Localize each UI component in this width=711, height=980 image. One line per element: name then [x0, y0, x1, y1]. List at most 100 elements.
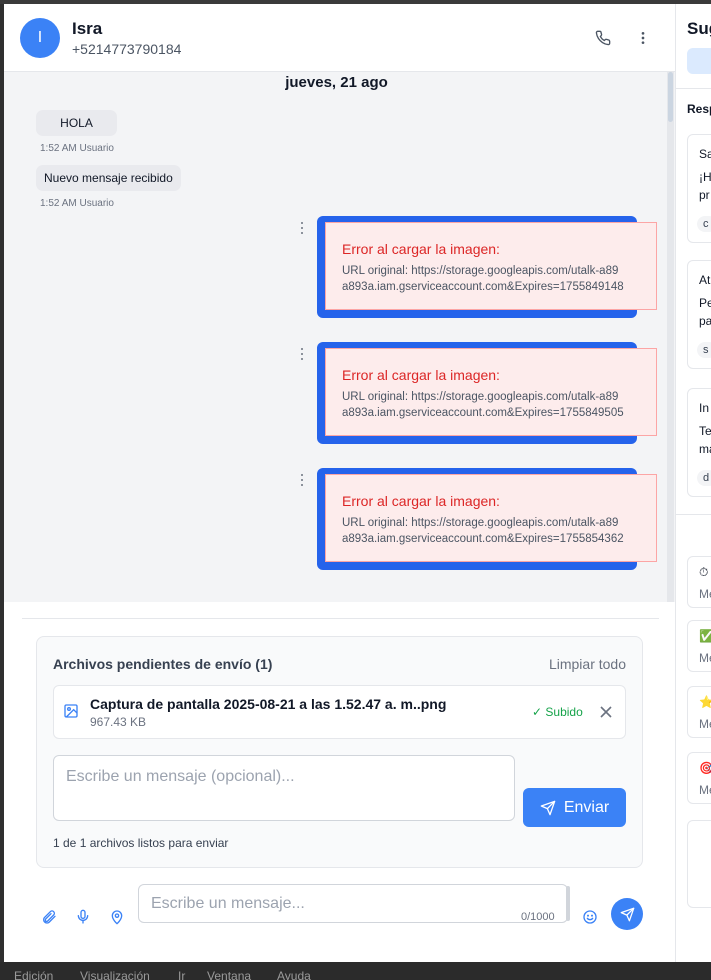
menu-edicion[interactable]: Edición — [14, 969, 53, 980]
message-time: 1:52 AM — [40, 198, 77, 209]
suggestions-tab[interactable] — [687, 48, 711, 74]
suggestion-tag: s — [697, 342, 711, 358]
composer-divider — [22, 618, 659, 619]
image-error-url: URL original: https://storage.googleapis… — [342, 265, 619, 277]
incoming-message[interactable]: Nuevo mensaje recibido — [36, 165, 181, 191]
suggestion-title: Sa — [699, 147, 711, 161]
suggestion-title: At — [699, 273, 711, 287]
suggestion-title: In — [699, 401, 710, 415]
suggestion-card[interactable]: Sa ¡H pr c — [687, 134, 711, 243]
message-meta: 1:52 AM Usuario — [40, 143, 114, 154]
character-count: 0/1000 — [521, 911, 555, 923]
suggestion-text: pr — [699, 188, 710, 202]
suggestion-text: pa — [699, 314, 711, 328]
image-error-title: Error al cargar la imagen: — [342, 241, 500, 257]
suggestion-text: Pe — [699, 296, 711, 310]
paperclip-icon[interactable] — [41, 909, 57, 925]
side-divider — [676, 514, 711, 515]
file-size: 967.43 KB — [90, 715, 147, 729]
message-time: 1:52 AM — [40, 143, 77, 154]
image-error-url: a893a.iam.gserviceaccount.com&Expires=17… — [342, 407, 624, 419]
image-error-title: Error al cargar la imagen: — [342, 493, 500, 509]
image-error-url: a893a.iam.gserviceaccount.com&Expires=17… — [342, 533, 624, 545]
pending-files-panel: Archivos pendientes de envío (1) Limpiar… — [36, 636, 643, 868]
suggestions-subtitle: Resp — [687, 102, 711, 116]
quick-reply-text: Me — [699, 783, 711, 797]
side-empty-card — [687, 820, 711, 908]
menu-visualizacion[interactable]: Visualización — [80, 969, 150, 980]
quick-reply-card[interactable]: ✅ Me — [687, 620, 711, 672]
image-message[interactable]: Error al cargar la imagen: URL original:… — [317, 468, 657, 570]
suggestion-card[interactable]: In Te ma d — [687, 388, 711, 497]
image-error-box: Error al cargar la imagen: URL original:… — [325, 222, 657, 310]
send-files-button[interactable]: Enviar — [523, 788, 626, 827]
emoji-icon[interactable] — [582, 909, 598, 925]
chat-header: I Isra +5214773790184 — [4, 4, 675, 72]
location-pin-icon[interactable] — [109, 909, 125, 925]
send-icon — [620, 907, 634, 921]
contact-phone: +5214773790184 — [72, 41, 182, 57]
clear-all-button[interactable]: Limpiar todo — [549, 656, 626, 672]
star-icon: ⭐ — [699, 695, 711, 709]
quick-reply-card[interactable]: ⏱ Me — [687, 556, 711, 608]
image-error-box: Error al cargar la imagen: URL original:… — [325, 474, 657, 562]
message-sender: Usuario — [79, 198, 114, 209]
suggestion-text: Te — [699, 424, 711, 438]
close-icon[interactable] — [600, 705, 612, 718]
date-separator: jueves, 21 ago — [285, 74, 388, 91]
suggestion-tag: c — [697, 216, 711, 232]
suggestions-panel: Sug Resp Sa ¡H pr c At Pe pa s In Te ma … — [676, 4, 711, 962]
file-name: Captura de pantalla 2025-08-21 a las 1.5… — [90, 696, 447, 712]
suggestion-card[interactable]: At Pe pa s — [687, 260, 711, 369]
microphone-icon[interactable] — [75, 909, 91, 925]
message-options-icon[interactable] — [298, 473, 306, 487]
image-file-icon — [63, 703, 79, 719]
menu-ayuda[interactable]: Ayuda — [277, 969, 311, 980]
suggestion-text: ¡H — [699, 170, 711, 184]
send-files-label: Enviar — [563, 798, 610, 816]
message-input[interactable]: Escribe un mensaje... — [138, 884, 568, 923]
send-message-button[interactable] — [611, 898, 643, 930]
suggestion-tag: d — [697, 470, 711, 486]
image-error-url: URL original: https://storage.googleapis… — [342, 391, 619, 403]
contact-name: Isra — [72, 19, 103, 38]
quick-reply-card[interactable]: ⭐ Me — [687, 686, 711, 738]
image-error-url: URL original: https://storage.googleapis… — [342, 517, 619, 529]
side-divider — [676, 88, 711, 89]
scrollbar-track[interactable] — [667, 72, 674, 602]
send-icon — [540, 800, 556, 815]
message-sender: Usuario — [79, 143, 114, 154]
pending-files-title: Archivos pendientes de envío (1) — [53, 656, 273, 672]
chat-panel: I Isra +5214773790184 jueves, 21 ago HOL… — [0, 4, 676, 962]
check-icon: ✅ — [699, 629, 711, 643]
stopwatch-icon: ⏱ — [699, 565, 709, 579]
avatar[interactable]: I — [20, 18, 60, 58]
files-ready-count: 1 de 1 archivos listos para enviar — [53, 836, 229, 850]
incoming-message[interactable]: HOLA — [36, 110, 117, 136]
target-icon: 🎯 — [699, 761, 711, 775]
message-list[interactable]: jueves, 21 ago HOLA 1:52 AM Usuario Nuev… — [4, 72, 675, 602]
quick-reply-text: Me — [699, 651, 711, 665]
menu-ir[interactable]: Ir — [178, 969, 185, 980]
pending-file-row: Captura de pantalla 2025-08-21 a las 1.5… — [53, 685, 626, 739]
phone-icon[interactable] — [593, 28, 613, 48]
message-meta: 1:52 AM Usuario — [40, 198, 114, 209]
suggestions-title: Sug — [687, 19, 711, 38]
menu-ventana[interactable]: Ventana — [207, 969, 251, 980]
image-message[interactable]: Error al cargar la imagen: URL original:… — [317, 342, 657, 444]
optional-message-input[interactable]: Escribe un mensaje (opcional)... — [53, 755, 515, 821]
os-menu-bar: Edición Visualización Ir Ventana Ayuda — [0, 962, 711, 980]
image-error-url: a893a.iam.gserviceaccount.com&Expires=17… — [342, 281, 624, 293]
quick-reply-text: Me — [699, 717, 711, 731]
quick-reply-text: Me — [699, 587, 711, 601]
message-options-icon[interactable] — [298, 221, 306, 235]
input-scrollbar[interactable] — [566, 886, 570, 921]
image-error-title: Error al cargar la imagen: — [342, 367, 500, 383]
message-options-icon[interactable] — [298, 347, 306, 361]
more-vertical-icon[interactable] — [633, 28, 653, 48]
image-message[interactable]: Error al cargar la imagen: URL original:… — [317, 216, 657, 318]
suggestion-text: ma — [699, 442, 711, 456]
image-error-box: Error al cargar la imagen: URL original:… — [325, 348, 657, 436]
upload-status: ✓ Subido — [532, 705, 583, 719]
quick-reply-card[interactable]: 🎯 Me — [687, 752, 711, 804]
